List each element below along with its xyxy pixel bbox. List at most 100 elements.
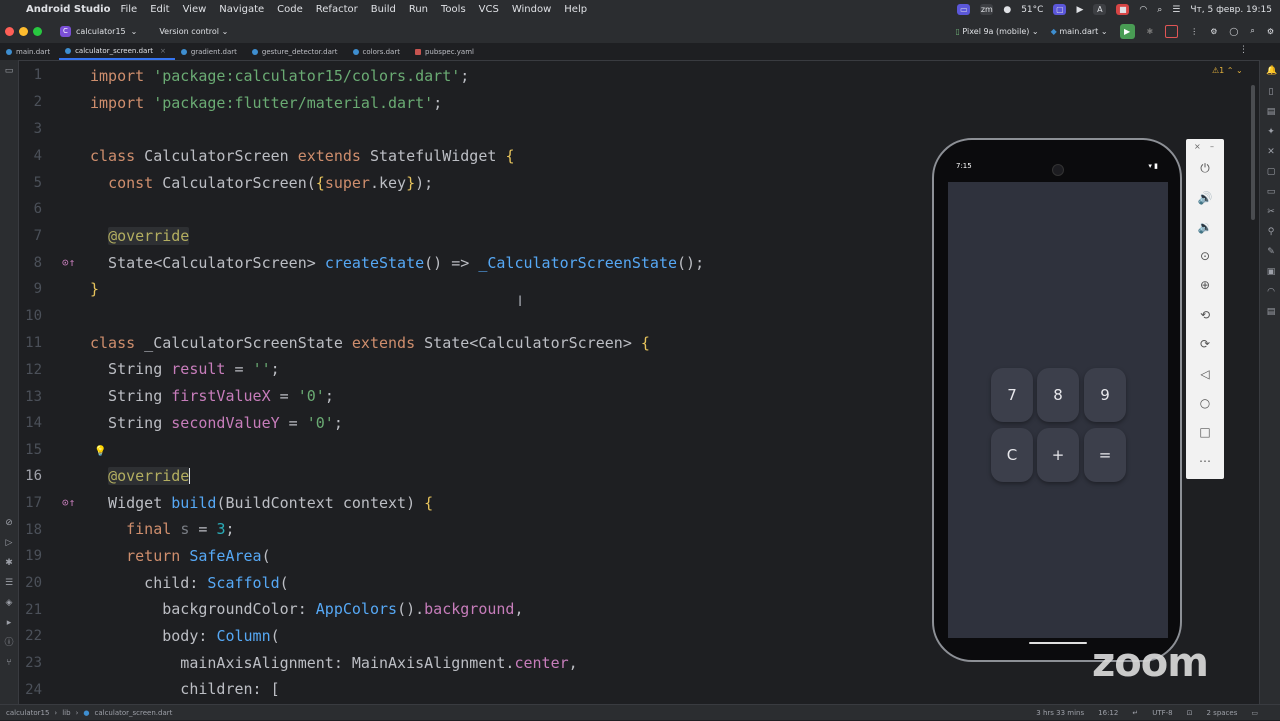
more-actions-icon[interactable]: ⋮ [1190, 27, 1198, 36]
key-plus[interactable]: + [1037, 428, 1079, 482]
key-9[interactable]: 9 [1084, 368, 1126, 422]
key-8[interactable]: 8 [1037, 368, 1079, 422]
volume-up-icon[interactable]: 🔊 [1186, 191, 1224, 205]
terminal-icon[interactable]: ▸ [4, 618, 14, 628]
flutter-inspector-icon[interactable]: ⊘ [4, 518, 14, 528]
menu-run[interactable]: Run [409, 4, 428, 15]
emulator-screen[interactable]: 7 8 9 C + = [948, 182, 1168, 638]
editor-scrollbar[interactable] [1251, 85, 1255, 220]
app-menu[interactable]: Android Studio [26, 4, 110, 15]
menu-code[interactable]: Code [277, 4, 303, 15]
wifi-icon[interactable]: ◠ [1266, 287, 1276, 297]
debug-icon[interactable]: ✱ [1147, 27, 1154, 36]
project-tool-icon[interactable]: ▭ [4, 66, 14, 76]
more-tabs-icon[interactable]: ⋮ [1239, 45, 1248, 55]
tab-gesture-detector-dart[interactable]: gesture_detector.dart [246, 43, 347, 60]
search-icon[interactable]: ⌕ [1250, 26, 1254, 36]
github-icon[interactable]: ● [1003, 5, 1011, 15]
device-selector[interactable]: ▯ Pixel 9a (mobile) ⌄ [955, 27, 1038, 36]
rotate-icon[interactable]: ⟳ [1186, 337, 1224, 351]
home-gesture-bar[interactable] [1029, 642, 1087, 644]
tab-colors-dart[interactable]: colors.dart [347, 43, 409, 60]
zoom-window-button[interactable] [33, 26, 42, 36]
menu-help[interactable]: Help [564, 4, 587, 15]
control-center-icon[interactable]: ☰ [1172, 5, 1180, 15]
menu-edit[interactable]: Edit [150, 4, 169, 15]
flutter-outline-icon[interactable]: ✕ [1266, 147, 1276, 157]
line-separator-icon[interactable]: ↵ [1132, 709, 1138, 717]
emulator-icon[interactable]: ▤ [1266, 307, 1276, 317]
run-config-selector[interactable]: ◆ main.dart ⌄ [1051, 27, 1108, 36]
rotate-left-icon[interactable]: ⟲ [1186, 308, 1224, 322]
power-icon[interactable]: ⏻ [1186, 161, 1224, 176]
back-icon[interactable]: ◁ [1186, 367, 1224, 381]
menu-refactor[interactable]: Refactor [316, 4, 358, 15]
minimize-window-button[interactable] [19, 26, 28, 36]
tab-gradient-dart[interactable]: gradient.dart [175, 43, 246, 60]
git-icon[interactable]: ⑂ [4, 658, 14, 668]
edit-icon[interactable]: ✎ [1266, 247, 1276, 257]
warning-indicator[interactable]: ⚠1 ⌃ ⌄ [1212, 66, 1243, 75]
encoding[interactable]: UTF-8 [1152, 709, 1172, 717]
play-icon[interactable]: ▶ [1076, 5, 1083, 15]
window-icon[interactable]: ▢ [1053, 4, 1067, 15]
device-explorer-icon[interactable]: ▢ [1266, 167, 1276, 177]
running-devices-icon[interactable]: ▭ [1266, 187, 1276, 197]
override-icon[interactable]: ⊙↑ [62, 496, 75, 509]
run-tool-icon[interactable]: ▷ [4, 538, 14, 548]
flutter-inspector-icon[interactable]: ⚙ [1210, 27, 1217, 36]
menu-file[interactable]: File [120, 4, 137, 15]
close-window-button[interactable] [5, 26, 14, 36]
menu-navigate[interactable]: Navigate [219, 4, 264, 15]
tab-calculator-screen-dart[interactable]: calculator_screen.dart × [59, 43, 175, 60]
layout-inspector-icon[interactable]: ▣ [1266, 267, 1276, 277]
debug-tool-icon[interactable]: ✱ [4, 558, 14, 568]
memory-indicator-icon[interactable]: ▭ [1251, 709, 1258, 717]
volume-down-icon[interactable]: 🔉 [1186, 220, 1224, 234]
menu-view[interactable]: View [183, 4, 207, 15]
zoom-tray-icon[interactable]: zm [980, 4, 994, 15]
menu-vcs[interactable]: VCS [479, 4, 499, 15]
zoom-in-icon[interactable]: ⊕ [1186, 278, 1224, 292]
breadcrumb-item[interactable]: calculator15 [6, 709, 49, 717]
camera-icon[interactable]: ⊙ [1186, 249, 1224, 263]
stop-icon[interactable] [1165, 24, 1179, 38]
tab-main-dart[interactable]: main.dart [0, 43, 59, 60]
notifications-icon[interactable]: 🔔 [1266, 66, 1277, 76]
tab-pubspec-yaml[interactable]: pubspec.yaml [409, 43, 483, 60]
build-tool-icon[interactable]: ☰ [4, 578, 14, 588]
key-7[interactable]: 7 [991, 368, 1033, 422]
gemini-icon[interactable]: ✦ [1266, 127, 1276, 137]
device-manager-icon[interactable]: ▯ [1266, 87, 1276, 97]
menu-tools[interactable]: Tools [441, 4, 466, 15]
app-inspection-icon[interactable]: ⚲ [1266, 227, 1276, 237]
menu-build[interactable]: Build [371, 4, 396, 15]
close-icon[interactable]: × [1194, 142, 1201, 151]
overview-icon[interactable]: □ [1186, 425, 1224, 439]
minimize-icon[interactable]: – [1210, 142, 1214, 151]
menu-window[interactable]: Window [512, 4, 551, 15]
record-icon[interactable]: ■ [1116, 4, 1130, 15]
lock-icon[interactable]: ⊡ [1187, 709, 1193, 717]
more-icon[interactable]: ⋯ [1186, 454, 1224, 468]
screen-share-icon[interactable]: ▭ [957, 4, 971, 15]
key-equals[interactable]: = [1084, 428, 1126, 482]
gradle-icon[interactable]: ▤ [1266, 107, 1276, 117]
cursor-position[interactable]: 16:12 [1098, 709, 1118, 717]
breadcrumb-item[interactable]: lib [62, 709, 70, 717]
account-icon[interactable]: ◯ [1229, 27, 1238, 36]
dart-analysis-icon[interactable]: ◈ [4, 598, 14, 608]
problems-icon[interactable]: ⓘ [4, 638, 14, 648]
temperature-readout[interactable]: 51°C [1021, 5, 1043, 15]
logcat-icon[interactable]: ✂ [1266, 207, 1276, 217]
search-icon[interactable]: ⌕ [1157, 5, 1162, 15]
run-icon[interactable]: ▶ [1119, 23, 1135, 39]
home-icon[interactable]: ○ [1186, 396, 1224, 410]
time-tracker[interactable]: 3 hrs 33 mins [1036, 709, 1084, 717]
clock[interactable]: Чт, 5 февр. 19:15 [1190, 5, 1272, 15]
indent[interactable]: 2 spaces [1207, 709, 1238, 717]
override-icon[interactable]: ⊙↑ [62, 256, 75, 269]
breadcrumb-item[interactable]: calculator_screen.dart [95, 709, 173, 717]
wifi-icon[interactable]: ◠ [1139, 5, 1147, 15]
key-clear[interactable]: C [991, 428, 1033, 482]
